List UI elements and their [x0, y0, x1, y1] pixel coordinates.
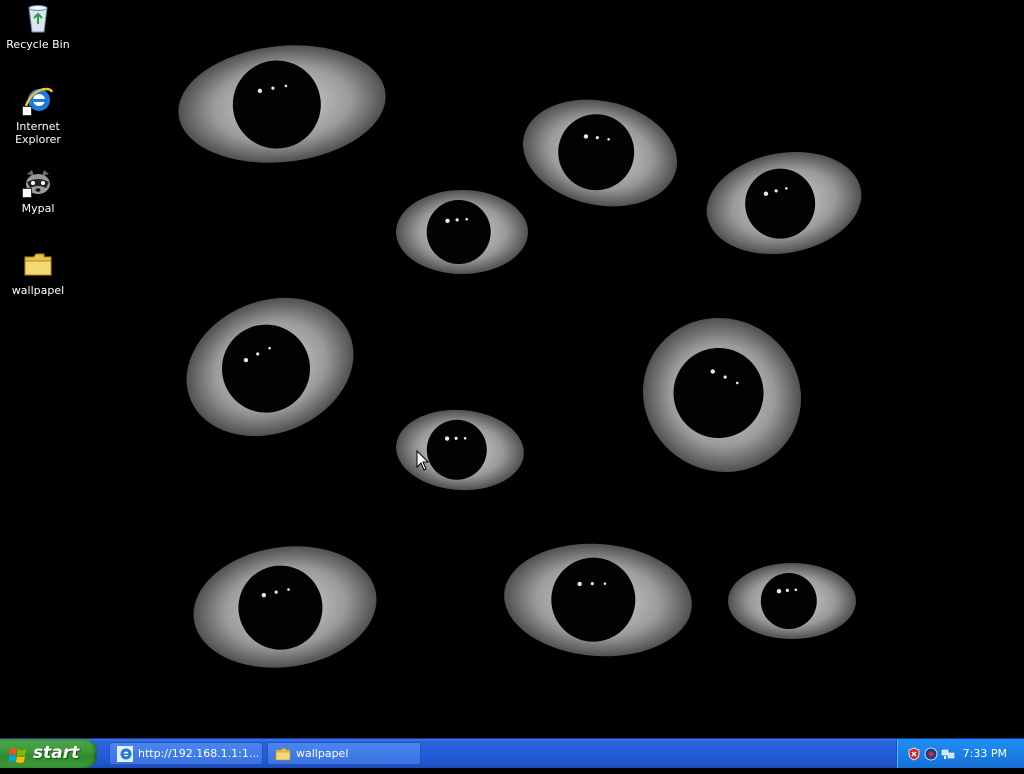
wallpaper-eye: [396, 409, 524, 491]
mouse-cursor-icon: [416, 450, 430, 471]
desktop-icon-wallpapel-folder[interactable]: wallpapel: [0, 248, 76, 297]
wallpaper-eye: [396, 190, 528, 274]
wallpaper-eye: [728, 563, 856, 639]
clock[interactable]: 7:33 PM: [963, 739, 1007, 768]
folder-icon: [275, 746, 291, 764]
start-label: start: [33, 743, 80, 763]
wallpaper-eye: [193, 546, 377, 668]
wallpaper-eye: [706, 151, 862, 255]
system-tray: 7:33 PM: [896, 739, 1024, 768]
desktop[interactable]: Recycle Bin Internet Explorer Mypal wall…: [0, 0, 1024, 738]
network-icon[interactable]: [941, 746, 955, 760]
eyes-wallpaper: [178, 45, 862, 668]
taskbar: start http://192.168.1.1:1... wallpapel: [0, 738, 1024, 768]
taskbar-button-label: http://192.168.1.1:1...: [138, 747, 258, 760]
desktop-icon-label: Mypal: [21, 202, 55, 215]
desktop-icon-internet-explorer[interactable]: Internet Explorer: [0, 84, 76, 146]
taskbar-button-internet-explorer[interactable]: http://192.168.1.1:1...: [109, 742, 263, 765]
wallpaper-eye: [522, 99, 678, 207]
desktop-icon-label: Recycle Bin: [6, 38, 70, 51]
antivirus-icon[interactable]: [924, 746, 938, 761]
shortcut-arrow-icon: [22, 106, 32, 116]
wallpaper-eye: [642, 317, 802, 473]
security-shield-icon[interactable]: [907, 746, 921, 761]
folder-icon: [22, 248, 54, 280]
windows-flag-icon: [8, 745, 27, 774]
desktop-icon-label: wallpapel: [11, 284, 65, 297]
taskbar-button-label: wallpapel: [296, 747, 349, 760]
wallpaper-eye: [178, 45, 386, 163]
mypal-raccoon-icon: [22, 166, 54, 198]
internet-explorer-icon: [22, 84, 54, 116]
desktop-icon-label: Internet Explorer: [15, 120, 61, 146]
shortcut-arrow-icon: [22, 188, 32, 198]
internet-explorer-icon: [117, 746, 133, 764]
taskbar-button-wallpapel[interactable]: wallpapel: [267, 742, 421, 765]
wallpaper-eye: [504, 543, 692, 657]
desktop-icon-recycle-bin[interactable]: Recycle Bin: [0, 2, 76, 51]
recycle-bin-icon: [22, 2, 54, 34]
start-button[interactable]: start: [0, 739, 97, 768]
wallpaper-eye: [186, 297, 354, 437]
desktop-icon-mypal[interactable]: Mypal: [0, 166, 76, 215]
